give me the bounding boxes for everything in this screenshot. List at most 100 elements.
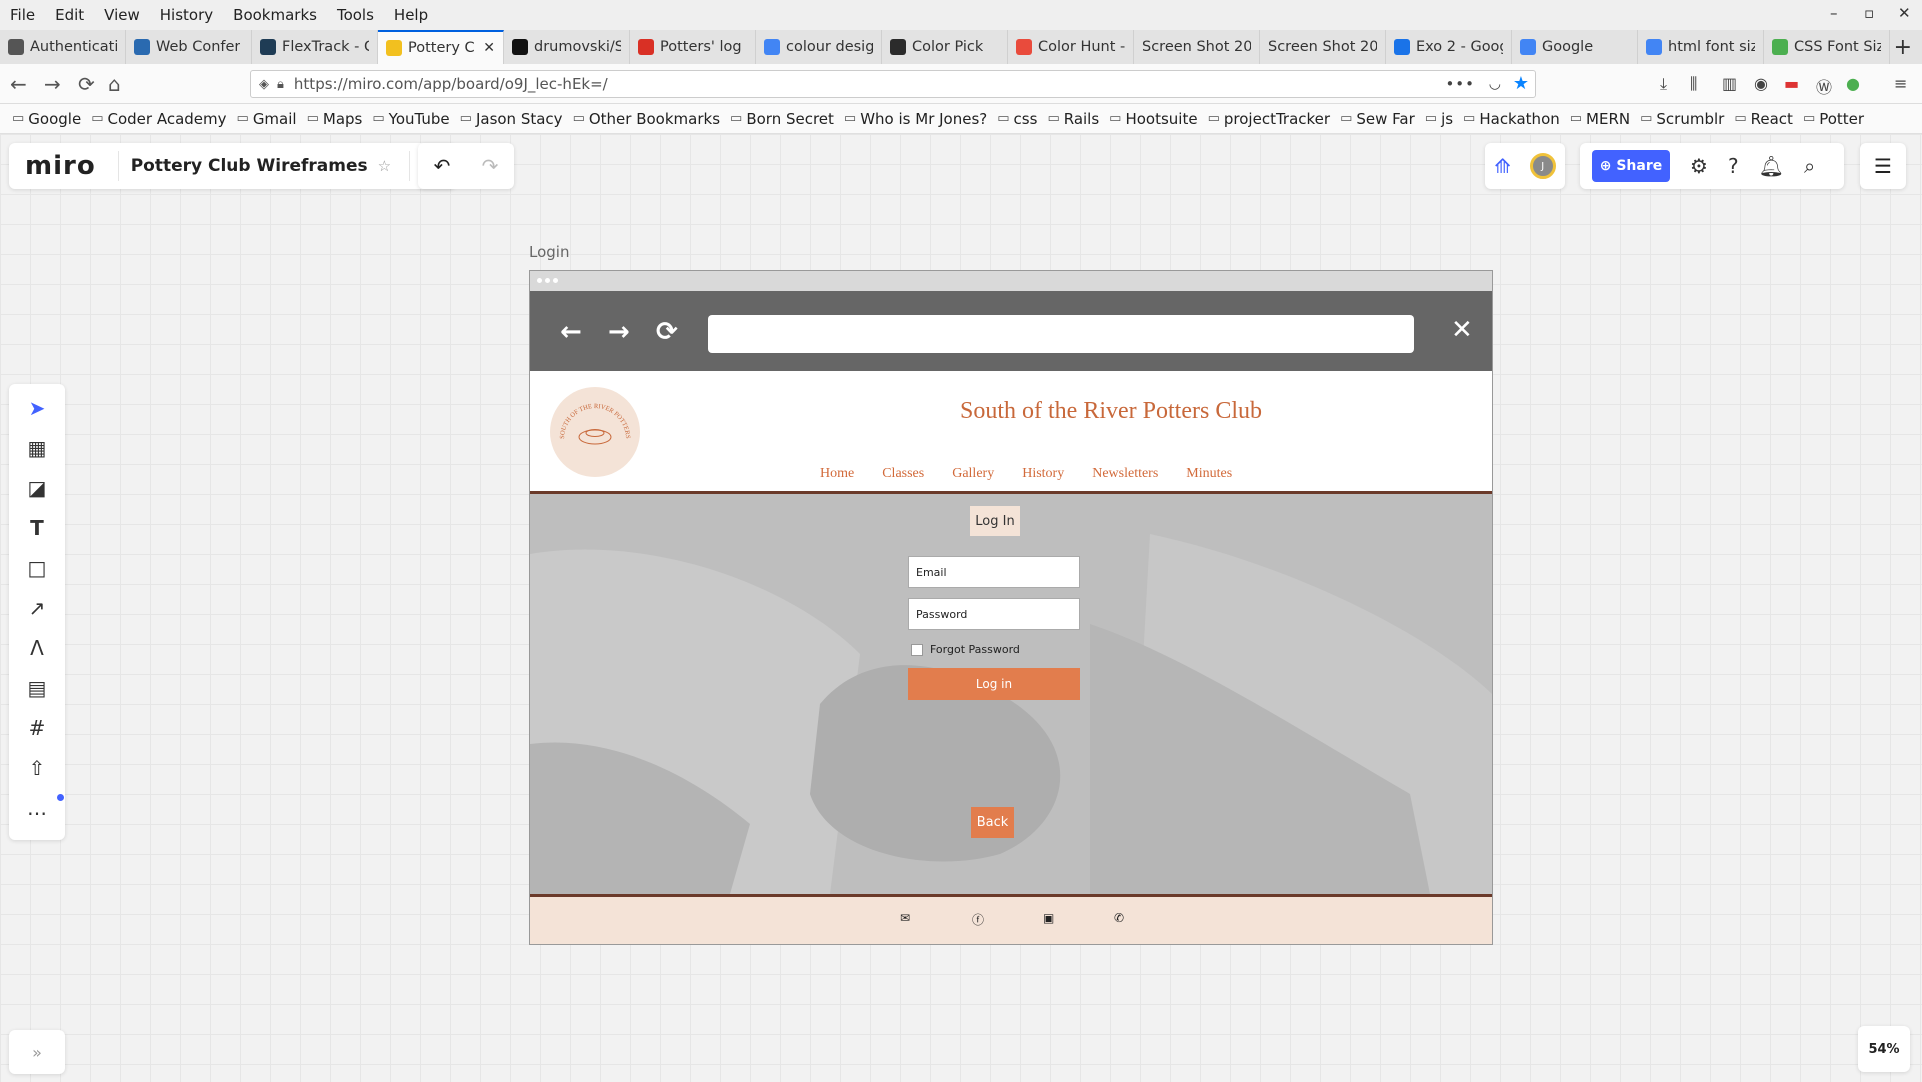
browser-tab[interactable]: html font siz xyxy=(1638,30,1764,64)
bookmark-item[interactable]: ▭ MERN xyxy=(1570,110,1630,128)
site-nav-gallery[interactable]: Gallery xyxy=(952,466,994,482)
frame-icon[interactable]: # xyxy=(25,716,49,740)
reload-icon[interactable]: ⟳ xyxy=(78,72,95,96)
menu-file[interactable]: File xyxy=(0,6,45,24)
cursor-filter-icon[interactable]: ⟰ xyxy=(1494,154,1511,178)
bookmark-item[interactable]: ▭ Hackathon xyxy=(1463,110,1560,128)
browser-tab[interactable]: Authenticati xyxy=(0,30,126,64)
menu-tools[interactable]: Tools xyxy=(327,6,384,24)
more-tools-icon[interactable]: … xyxy=(25,796,49,820)
close-icon[interactable]: ✕ xyxy=(1898,4,1911,22)
bookmark-item[interactable]: ▭ Hootsuite xyxy=(1109,110,1197,128)
settings-sliders-icon[interactable]: ⚙ xyxy=(1690,154,1708,178)
bookmark-item[interactable]: ▭ YouTube xyxy=(372,110,449,128)
notes-icon[interactable]: ☰ xyxy=(1860,143,1906,189)
bookmark-item[interactable]: ▭ Born Secret xyxy=(730,110,834,128)
site-nav-newsletters[interactable]: Newsletters xyxy=(1092,466,1158,482)
select-cursor-icon[interactable]: ➤ xyxy=(25,396,49,420)
site-nav-classes[interactable]: Classes xyxy=(882,466,924,482)
instagram-icon[interactable]: ▣ xyxy=(1043,911,1054,925)
shape-icon[interactable]: □ xyxy=(25,556,49,580)
browser-tab[interactable]: Screen Shot 202 xyxy=(1134,30,1260,64)
bookmark-item[interactable]: ▭ Who is Mr Jones? xyxy=(844,110,987,128)
email-field[interactable]: Email xyxy=(908,556,1080,588)
frame-label[interactable]: Login xyxy=(529,243,569,261)
bookmark-item[interactable]: ▭ Maps xyxy=(307,110,363,128)
menu-help[interactable]: Help xyxy=(384,6,438,24)
bookmark-item[interactable]: ▭ Sew Far xyxy=(1340,110,1415,128)
miro-logo[interactable]: miro xyxy=(9,151,118,181)
browser-tab[interactable]: Color Pick xyxy=(882,30,1008,64)
forward-arrow-icon[interactable]: → xyxy=(44,72,61,96)
bookmark-item[interactable]: ▭ Potter xyxy=(1803,110,1864,128)
redo-icon[interactable]: ↷ xyxy=(482,154,499,178)
account-icon[interactable]: ◉ xyxy=(1754,74,1768,93)
menu-history[interactable]: History xyxy=(150,6,223,24)
login-button[interactable]: Log in xyxy=(908,668,1080,700)
back-arrow-icon[interactable]: ← xyxy=(10,72,27,96)
browser-tab[interactable]: Google xyxy=(1512,30,1638,64)
password-field[interactable]: Password xyxy=(908,598,1080,630)
bookmark-item[interactable]: ▭ Jason Stacy xyxy=(460,110,563,128)
menu-view[interactable]: View xyxy=(94,6,150,24)
bell-icon[interactable]: 🔔︎ xyxy=(1759,154,1784,178)
browser-tab[interactable]: Exo 2 - Goog xyxy=(1386,30,1512,64)
expand-icon[interactable]: » xyxy=(9,1030,65,1074)
pocket-icon[interactable]: ◡ xyxy=(1489,76,1501,92)
browser-tab[interactable]: drumovski/S xyxy=(504,30,630,64)
extension-icon[interactable]: ▬ xyxy=(1784,74,1799,93)
arrow-line-icon[interactable]: ↗ xyxy=(25,596,49,620)
undo-icon[interactable]: ↶ xyxy=(434,154,451,178)
tab-close-icon[interactable]: ✕ xyxy=(483,40,495,56)
login-tab[interactable]: Log In xyxy=(970,506,1020,536)
site-nav-home[interactable]: Home xyxy=(820,466,854,482)
bookmark-item[interactable]: ▭ Gmail xyxy=(237,110,297,128)
zoom-level[interactable]: 54% xyxy=(1858,1026,1910,1072)
site-nav-minutes[interactable]: Minutes xyxy=(1186,466,1232,482)
email-icon[interactable]: ✉ xyxy=(900,911,910,925)
browser-tab[interactable]: Potters' log xyxy=(630,30,756,64)
downloads-icon[interactable]: ⤓ xyxy=(1660,74,1667,94)
browser-tab[interactable]: Web Confer xyxy=(126,30,252,64)
forgot-password-label[interactable]: Forgot Password xyxy=(930,643,1020,656)
login-frame[interactable]: ← → ⟳ ✕ SOUTH OF THE RIVER POTTERS CLUB … xyxy=(529,270,1493,945)
menu-icon[interactable]: ≡ xyxy=(1894,74,1907,93)
board-title[interactable]: Pottery Club Wireframes xyxy=(117,151,368,181)
maximize-icon[interactable]: ▫ xyxy=(1864,4,1874,22)
star-icon[interactable]: ☆ xyxy=(378,157,391,175)
bookmark-item[interactable]: ▭ Scrumblr xyxy=(1640,110,1724,128)
url-bar[interactable]: ◈ 🔒︎ https://miro.com/app/board/o9J_lec-… xyxy=(250,70,1536,98)
browser-tab[interactable]: FlexTrack - C xyxy=(252,30,378,64)
browser-tab[interactable]: Pottery C ✕ xyxy=(378,30,504,64)
search-icon[interactable]: ⌕ xyxy=(1804,154,1815,178)
avatar[interactable]: J xyxy=(1529,153,1556,179)
bookmark-item[interactable]: ▭ Google xyxy=(12,110,81,128)
help-icon[interactable]: ? xyxy=(1728,154,1739,178)
menu-bookmarks[interactable]: Bookmarks xyxy=(223,6,327,24)
bookmark-item[interactable]: ▭ React xyxy=(1734,110,1793,128)
extension-color-icon[interactable]: ● xyxy=(1846,74,1860,93)
browser-tab[interactable]: Screen Shot 202 xyxy=(1260,30,1386,64)
bookmark-item[interactable]: ▭ projectTracker xyxy=(1208,110,1330,128)
new-tab-button[interactable]: + xyxy=(1894,35,1912,60)
phone-icon[interactable]: ✆ xyxy=(1114,911,1124,925)
home-icon[interactable]: ⌂ xyxy=(108,72,121,96)
library-icon[interactable]: ⫼ xyxy=(1690,74,1697,94)
bookmark-item[interactable]: ▭ css xyxy=(997,110,1037,128)
bookmark-star-icon[interactable]: ★ xyxy=(1513,73,1529,94)
page-actions-icon[interactable]: ••• xyxy=(1445,75,1475,93)
templates-icon[interactable]: ▦ xyxy=(25,436,49,460)
back-button[interactable]: Back xyxy=(971,807,1014,838)
shield-icon[interactable]: ◈ xyxy=(259,77,269,92)
bookmark-item[interactable]: ▭ js xyxy=(1425,110,1453,128)
site-nav-history[interactable]: History xyxy=(1022,466,1064,482)
forgot-password-checkbox[interactable] xyxy=(911,644,923,656)
sidebar-icon[interactable]: ▥ xyxy=(1722,74,1737,93)
extension-w-icon[interactable]: Ⓦ xyxy=(1816,74,1832,98)
sticky-note-icon[interactable]: ◪ xyxy=(25,476,49,500)
browser-tab[interactable]: Color Hunt - xyxy=(1008,30,1134,64)
lock-icon[interactable]: 🔒︎ xyxy=(277,77,284,92)
comment-icon[interactable]: ▤ xyxy=(25,676,49,700)
share-button[interactable]: ⊕ Share xyxy=(1592,150,1670,182)
browser-tab[interactable]: colour desig xyxy=(756,30,882,64)
